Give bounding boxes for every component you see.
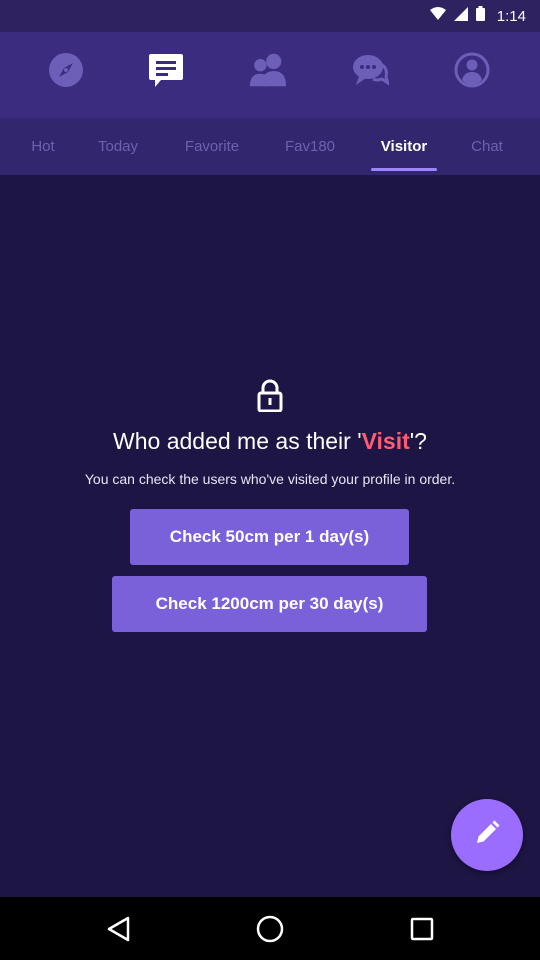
feed-icon[interactable] bbox=[146, 50, 186, 90]
tab-visitor[interactable]: Visitor bbox=[363, 118, 445, 175]
tab-hot[interactable]: Hot bbox=[12, 118, 74, 175]
tab-fav180[interactable]: Fav180 bbox=[272, 118, 348, 175]
people-icon[interactable] bbox=[248, 50, 288, 90]
check-1-day-button[interactable]: Check 50cm per 1 day(s) bbox=[130, 509, 409, 565]
back-icon[interactable] bbox=[102, 913, 134, 945]
tab-label: Hot bbox=[31, 138, 55, 155]
home-icon[interactable] bbox=[254, 913, 286, 945]
tab-label: Today bbox=[97, 138, 139, 155]
tab-chat[interactable]: Chat bbox=[458, 118, 516, 175]
tab-favorite[interactable]: Favorite bbox=[168, 118, 256, 175]
button-label: Check 1200cm per 30 day(s) bbox=[155, 594, 384, 613]
wifi-icon bbox=[429, 6, 446, 26]
tab-label: Chat bbox=[471, 138, 503, 155]
top-nav-bar bbox=[0, 32, 540, 118]
tab-bar: Hot Today Favorite Fav180 Visitor Chat bbox=[0, 118, 540, 175]
title-suffix: '? bbox=[409, 428, 427, 454]
tab-label: Fav180 bbox=[284, 138, 336, 155]
recents-icon[interactable] bbox=[406, 913, 438, 945]
tab-label: Visitor bbox=[380, 138, 428, 155]
lock-icon bbox=[256, 378, 284, 413]
visitor-title: Who added me as their 'Visit'? bbox=[0, 428, 540, 455]
status-bar: 1:14 bbox=[0, 0, 540, 32]
tab-label: Favorite bbox=[184, 138, 240, 155]
button-label: Check 50cm per 1 day(s) bbox=[169, 527, 370, 546]
compass-icon[interactable] bbox=[46, 50, 86, 90]
clock: 1:14 bbox=[496, 7, 526, 25]
title-accent: Visit bbox=[361, 428, 410, 454]
profile-icon[interactable] bbox=[452, 50, 492, 90]
chat-bubbles-icon[interactable] bbox=[350, 50, 390, 90]
tab-today[interactable]: Today bbox=[84, 118, 152, 175]
battery-icon bbox=[475, 6, 485, 26]
title-prefix: Who added me as their ' bbox=[113, 428, 362, 454]
system-nav-bar bbox=[0, 897, 540, 960]
visitor-subtitle: You can check the users who've visited y… bbox=[84, 471, 456, 487]
signal-icon bbox=[453, 6, 468, 26]
check-30-days-button[interactable]: Check 1200cm per 30 day(s) bbox=[112, 576, 427, 632]
active-tab-indicator bbox=[371, 168, 437, 171]
compose-button[interactable] bbox=[451, 799, 523, 871]
pencil-icon bbox=[472, 818, 502, 853]
